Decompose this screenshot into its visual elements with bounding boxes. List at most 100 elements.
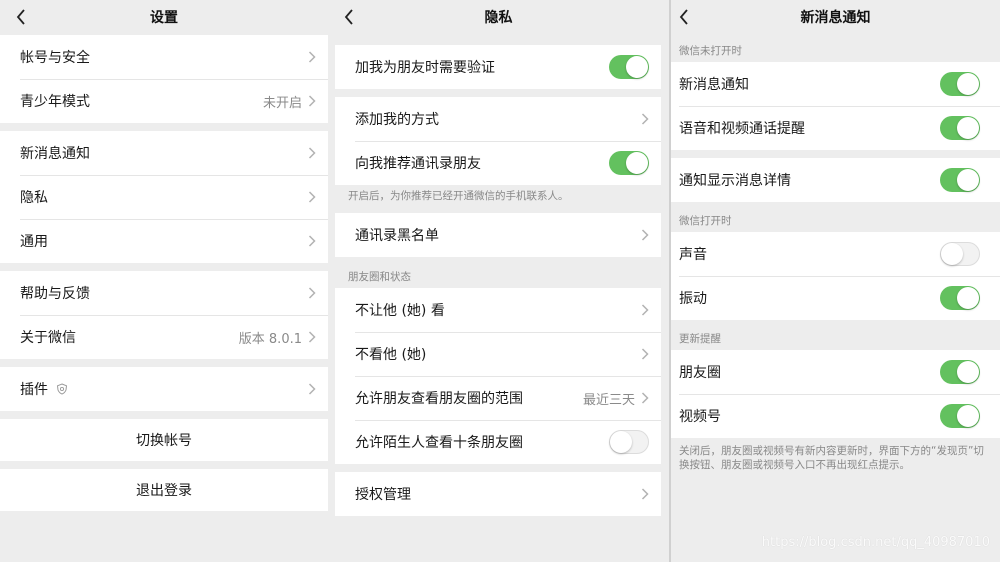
notify-item-channels[interactable]: 视频号 xyxy=(671,394,1000,438)
settings-group-help: 帮助与反馈 关于微信 版本 8.0.1 xyxy=(0,271,328,359)
toggle-knob xyxy=(957,361,979,383)
notify-group-open: 声音 振动 xyxy=(671,232,1000,320)
toggle-knob xyxy=(626,56,648,78)
settings-item-general[interactable]: 通用 xyxy=(0,219,328,263)
settings-item-plugins[interactable]: 插件 xyxy=(0,367,328,411)
privacy-item-dont-let-see[interactable]: 不让他 (她) 看 xyxy=(335,288,661,332)
row-label: 帐号与安全 xyxy=(20,50,90,66)
privacy-item-moments-range[interactable]: 允许朋友查看朋友圈的范围 最近三天 xyxy=(335,376,661,420)
settings-item-account-security[interactable]: 帐号与安全 xyxy=(0,35,328,79)
settings-item-teen-mode[interactable]: 青少年模式 未开启 xyxy=(0,79,328,123)
chevron-right-icon xyxy=(308,287,316,299)
toggle-knob xyxy=(626,152,648,174)
settings-item-help-feedback[interactable]: 帮助与反馈 xyxy=(0,271,328,315)
row-label: 朋友圈 xyxy=(679,365,721,381)
chevron-right-icon xyxy=(308,147,316,159)
row-label: 声音 xyxy=(679,247,707,263)
privacy-panel: 隐私 加我为朋友时需要验证 添加我的方式 向我推荐通讯录朋友 开启后，为你推荐已… xyxy=(328,0,669,562)
notify-group-detail: 通知显示消息详情 xyxy=(671,158,1000,202)
privacy-item-recommend-contacts[interactable]: 向我推荐通讯录朋友 xyxy=(335,141,661,185)
verify-friend-toggle[interactable] xyxy=(609,55,649,79)
row-label: 插件 xyxy=(20,379,308,399)
chevron-right-icon xyxy=(308,383,316,395)
settings-item-privacy[interactable]: 隐私 xyxy=(0,175,328,219)
notify-item-new-msg[interactable]: 新消息通知 xyxy=(671,62,1000,106)
row-label: 授权管理 xyxy=(355,487,411,503)
row-label: 语音和视频通话提醒 xyxy=(679,121,805,137)
page-title: 新消息通知 xyxy=(800,10,871,26)
privacy-header: 隐私 xyxy=(328,0,669,34)
chevron-right-icon xyxy=(641,229,649,241)
privacy-item-dont-see[interactable]: 不看他 (她) xyxy=(335,332,661,376)
page-title: 隐私 xyxy=(484,10,513,26)
notify-item-moments[interactable]: 朋友圈 xyxy=(671,350,1000,394)
back-icon[interactable] xyxy=(344,9,358,25)
row-label: 关于微信 xyxy=(20,330,76,346)
settings-header: 设置 xyxy=(0,0,328,34)
back-icon[interactable] xyxy=(679,9,693,25)
toggle-knob xyxy=(941,243,963,265)
notify-panel: 新消息通知 微信未打开时 新消息通知 语音和视频通话提醒 通知显示消息详情 微信… xyxy=(671,0,1000,562)
chevron-right-icon xyxy=(308,331,316,343)
settings-panel: 设置 帐号与安全 青少年模式 未开启 新消息通知 隐私 通用 帮助与反馈 关于微… xyxy=(0,0,328,562)
switch-account-button[interactable]: 切换帐号 xyxy=(0,419,328,461)
privacy-item-verify-friend[interactable]: 加我为朋友时需要验证 xyxy=(335,45,661,89)
privacy-item-blacklist[interactable]: 通讯录黑名单 xyxy=(335,213,661,257)
recommend-contacts-toggle[interactable] xyxy=(609,151,649,175)
strangers-ten-toggle[interactable] xyxy=(609,430,649,454)
row-label: 帮助与反馈 xyxy=(20,286,90,302)
logout-button[interactable]: 退出登录 xyxy=(0,469,328,511)
vibrate-toggle[interactable] xyxy=(940,286,980,310)
chevron-right-icon xyxy=(308,235,316,247)
recommend-note: 开启后，为你推荐已经开通微信的手机联系人。 xyxy=(348,190,569,202)
toggle-knob xyxy=(610,431,632,453)
toggle-knob xyxy=(957,287,979,309)
moments-section-label: 朋友圈和状态 xyxy=(348,271,411,283)
plugins-label: 插件 xyxy=(20,382,48,398)
notify-item-sound[interactable]: 声音 xyxy=(671,232,1000,276)
privacy-item-strangers-ten[interactable]: 允许陌生人查看十条朋友圈 xyxy=(335,420,661,464)
chevron-right-icon xyxy=(308,51,316,63)
row-value: 未开启 xyxy=(262,95,302,111)
toggle-knob xyxy=(957,73,979,95)
privacy-item-auth-manage[interactable]: 授权管理 xyxy=(335,472,661,516)
settings-item-new-message[interactable]: 新消息通知 xyxy=(0,131,328,175)
new-msg-toggle[interactable] xyxy=(940,72,980,96)
row-label: 允许朋友查看朋友圈的范围 xyxy=(355,391,523,407)
settings-group-account: 帐号与安全 青少年模式 未开启 xyxy=(0,35,328,123)
settings-item-about[interactable]: 关于微信 版本 8.0.1 xyxy=(0,315,328,359)
settings-group-plugins: 插件 xyxy=(0,367,328,411)
sound-toggle[interactable] xyxy=(940,242,980,266)
update-section-label: 更新提醒 xyxy=(679,333,721,345)
toggle-knob xyxy=(957,169,979,191)
notify-group-closed: 新消息通知 语音和视频通话提醒 xyxy=(671,62,1000,150)
back-icon[interactable] xyxy=(16,9,30,25)
toggle-knob xyxy=(957,405,979,427)
notify-item-vibrate[interactable]: 振动 xyxy=(671,276,1000,320)
page-title: 设置 xyxy=(150,10,178,26)
watermark: https://blog.csdn.net/qq_40987010 xyxy=(761,535,990,550)
notify-item-show-detail[interactable]: 通知显示消息详情 xyxy=(671,158,1000,202)
privacy-group-blacklist: 通讯录黑名单 xyxy=(335,213,661,257)
row-label: 不看他 (她) xyxy=(355,347,427,363)
channels-toggle[interactable] xyxy=(940,404,980,428)
notify-item-voice-video[interactable]: 语音和视频通话提醒 xyxy=(671,106,1000,150)
privacy-item-add-methods[interactable]: 添加我的方式 xyxy=(335,97,661,141)
notify-header: 新消息通知 xyxy=(671,0,1000,34)
chevron-right-icon xyxy=(641,304,649,316)
notify-group-update: 朋友圈 视频号 xyxy=(671,350,1000,438)
update-note: 关闭后，朋友圈或视频号有新内容更新时，界面下方的“发现页”切换按钮、朋友圈或视频… xyxy=(679,445,984,471)
row-label: 新消息通知 xyxy=(20,146,90,162)
voice-video-toggle[interactable] xyxy=(940,116,980,140)
chevron-right-icon xyxy=(641,488,649,500)
row-label: 向我推荐通讯录朋友 xyxy=(355,156,481,172)
privacy-group-verify: 加我为朋友时需要验证 xyxy=(335,45,661,89)
chevron-right-icon xyxy=(641,392,649,404)
row-label: 振动 xyxy=(679,291,707,307)
open-section-label: 微信打开时 xyxy=(679,215,732,227)
row-label: 青少年模式 xyxy=(20,94,90,110)
show-detail-toggle[interactable] xyxy=(940,168,980,192)
chevron-right-icon xyxy=(641,348,649,360)
moments-toggle[interactable] xyxy=(940,360,980,384)
row-label: 视频号 xyxy=(679,409,721,425)
